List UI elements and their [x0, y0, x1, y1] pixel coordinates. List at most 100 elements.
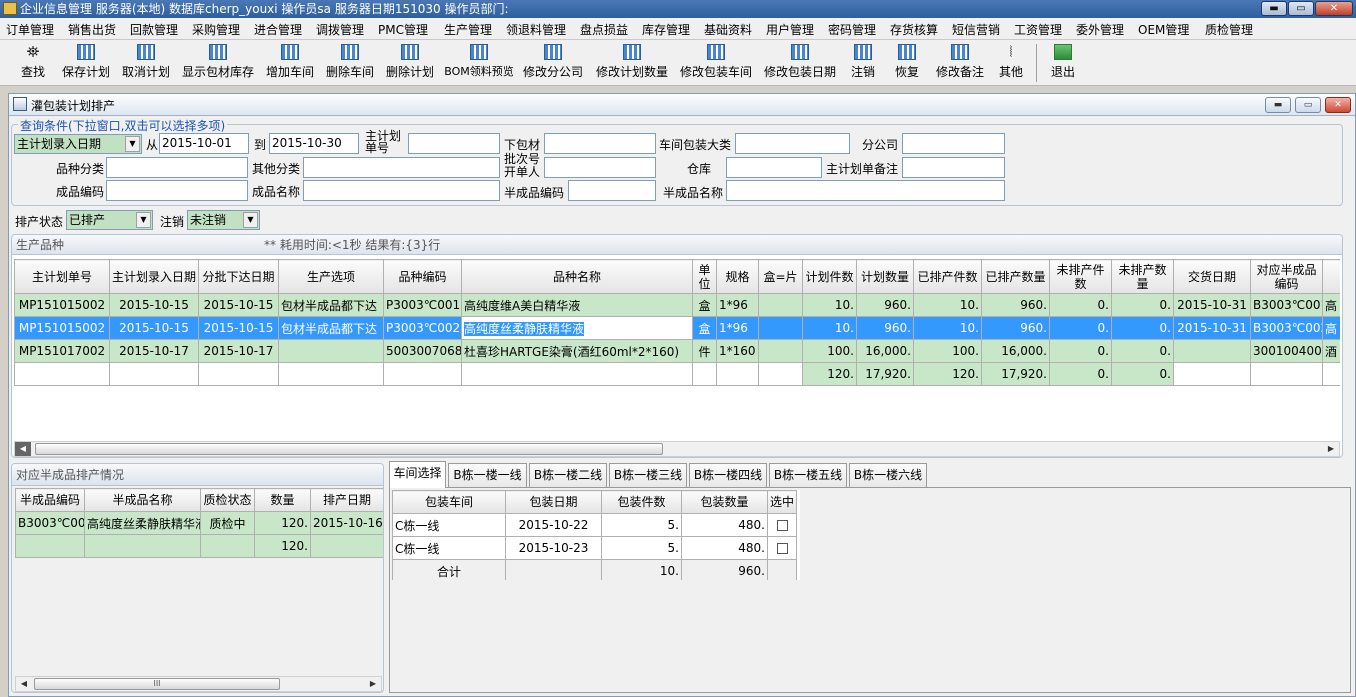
save-plan-button[interactable]: 保存计划: [58, 42, 114, 84]
semi-code-input[interactable]: [568, 180, 656, 201]
scroll-left-icon[interactable]: ◀: [16, 677, 32, 691]
tab-b-line-2[interactable]: B栋一楼二线: [529, 463, 607, 487]
cell[interactable]: P3003℃002N: [383, 316, 462, 340]
table-row[interactable]: MP151015002 2015-10-15 2015-10-15 包材半成品都…: [14, 293, 1340, 317]
tab-b-line-4[interactable]: B栋一楼四线: [689, 463, 767, 487]
cell[interactable]: MP151017002: [14, 339, 110, 363]
menu-transfer[interactable]: 调拨管理: [316, 21, 364, 38]
cancel-plan-button[interactable]: 取消计划: [118, 42, 174, 84]
cell[interactable]: B3003℃001N: [1250, 293, 1323, 317]
col-scheduled-qty[interactable]: 已排产数量: [981, 259, 1050, 294]
col-pack-date[interactable]: 包装日期: [505, 490, 602, 514]
cell[interactable]: 2015-10-31: [1173, 293, 1251, 317]
cell[interactable]: 10.: [802, 293, 857, 317]
main-plan-no-input[interactable]: [408, 133, 500, 154]
scroll-thumb[interactable]: [35, 443, 663, 455]
cell[interactable]: 5.: [601, 513, 682, 537]
cell[interactable]: 5.: [601, 536, 682, 560]
menu-password[interactable]: 密码管理: [828, 21, 876, 38]
cell[interactable]: [758, 316, 803, 340]
cell[interactable]: 960.: [981, 316, 1050, 340]
table-row[interactable]: C栋一线 2015-10-23 5. 480.: [392, 536, 797, 560]
menu-outsource[interactable]: 委外管理: [1076, 21, 1124, 38]
edit-pack-workshop-button[interactable]: 修改包装车间: [676, 42, 756, 84]
cell[interactable]: 100.: [913, 339, 982, 363]
menu-user[interactable]: 用户管理: [766, 21, 814, 38]
cell[interactable]: 10.: [913, 293, 982, 317]
show-material-stock-button[interactable]: 显示包材库存: [178, 42, 258, 84]
cell[interactable]: 包材半成品都下达: [278, 293, 384, 317]
finished-name-input[interactable]: [303, 180, 500, 201]
edit-remark-button[interactable]: 修改备注: [932, 42, 988, 84]
menu-payment[interactable]: 回款管理: [130, 21, 178, 38]
tab-b-line-6[interactable]: B栋一楼六线: [849, 463, 927, 487]
delete-workshop-button[interactable]: 删除车间: [322, 42, 378, 84]
cell[interactable]: 16,000.: [856, 339, 914, 363]
col-pack-pieces[interactable]: 包装件数: [601, 490, 682, 514]
menu-basic-data[interactable]: 基础资料: [704, 21, 752, 38]
cell[interactable]: B3003℃002N: [15, 511, 85, 535]
cell[interactable]: 2015-10-16: [310, 511, 383, 535]
scroll-right-icon[interactable]: ▶: [365, 677, 381, 691]
cell[interactable]: 包材半成品都下达: [278, 316, 384, 340]
cell[interactable]: 0.: [1111, 316, 1174, 340]
col-pack-qty[interactable]: 包装数量: [681, 490, 768, 514]
lower-material-input[interactable]: [544, 133, 656, 154]
cell[interactable]: 0.: [1111, 339, 1174, 363]
to-date-input[interactable]: 2015-10-30: [269, 133, 359, 154]
maximize-button[interactable]: ▭: [1288, 1, 1314, 16]
minimize-button[interactable]: ▬: [1261, 1, 1287, 16]
col-production-option[interactable]: 生产选项: [278, 259, 384, 294]
branch-input[interactable]: [902, 133, 1005, 154]
cell[interactable]: 高: [1322, 316, 1340, 340]
cell[interactable]: 120.: [254, 511, 311, 535]
cell[interactable]: 0.: [1049, 293, 1112, 317]
col-semi-code[interactable]: 半成品编码: [15, 488, 85, 512]
cell[interactable]: 高: [1322, 293, 1340, 317]
semi-name-input[interactable]: [726, 180, 1005, 201]
add-workshop-button[interactable]: 增加车间: [262, 42, 318, 84]
menu-pmc[interactable]: PMC管理: [378, 21, 428, 38]
col-extra[interactable]: [1322, 259, 1340, 294]
menu-sms[interactable]: 短信营销: [952, 21, 1000, 38]
menu-inventory[interactable]: 库存管理: [642, 21, 690, 38]
exit-button[interactable]: 退出: [1048, 42, 1078, 84]
warehouse-input[interactable]: [726, 157, 822, 178]
cell[interactable]: 960.: [856, 293, 914, 317]
menu-production[interactable]: 生产管理: [444, 21, 492, 38]
cell[interactable]: 960.: [981, 293, 1050, 317]
cell[interactable]: 1*160: [716, 339, 759, 363]
menu-payroll[interactable]: 工资管理: [1014, 21, 1062, 38]
edit-pack-date-button[interactable]: 修改包装日期: [760, 42, 840, 84]
cell[interactable]: [758, 293, 803, 317]
row-select-checkbox[interactable]: [767, 513, 797, 537]
cell[interactable]: 高纯度维A美白精华液: [461, 293, 693, 317]
col-sched-date[interactable]: 排产日期: [310, 488, 383, 512]
col-spec[interactable]: 规格: [716, 259, 759, 294]
cell[interactable]: 10.: [913, 316, 982, 340]
cell[interactable]: C栋一线: [392, 513, 506, 537]
menu-qc[interactable]: 质检管理: [1205, 21, 1253, 38]
creator-input[interactable]: [544, 157, 656, 178]
tab-b-line-3[interactable]: B栋一楼三线: [609, 463, 687, 487]
scroll-thumb[interactable]: III: [34, 678, 280, 690]
cell[interactable]: C栋一线: [392, 536, 506, 560]
col-selected[interactable]: 选中: [767, 490, 797, 514]
cell[interactable]: 盒: [692, 293, 717, 317]
col-qty[interactable]: 数量: [254, 488, 311, 512]
col-plan-qty[interactable]: 计划数量: [856, 259, 914, 294]
menu-sales[interactable]: 销售出货: [68, 21, 116, 38]
row-select-checkbox[interactable]: [767, 536, 797, 560]
tab-b-line-1[interactable]: B栋一楼一线: [448, 463, 527, 487]
cell[interactable]: 100.: [802, 339, 857, 363]
table-row-selected[interactable]: MP151015002 2015-10-15 2015-10-15 包材半成品都…: [14, 316, 1340, 340]
col-product-code[interactable]: 品种编码: [383, 259, 462, 294]
tab-b-line-5[interactable]: B栋一楼五线: [769, 463, 847, 487]
cell[interactable]: [1173, 339, 1251, 363]
cancel-status-select[interactable]: 未注销 ▼: [187, 210, 260, 230]
cell[interactable]: MP151015002: [14, 293, 110, 317]
cell[interactable]: 盒: [692, 316, 717, 340]
cell[interactable]: 杜喜珍HARTGE染膏(酒红60ml*2*160): [461, 339, 693, 363]
tab-workshop-select[interactable]: 车间选择: [389, 461, 446, 488]
cell[interactable]: 480.: [681, 513, 768, 537]
